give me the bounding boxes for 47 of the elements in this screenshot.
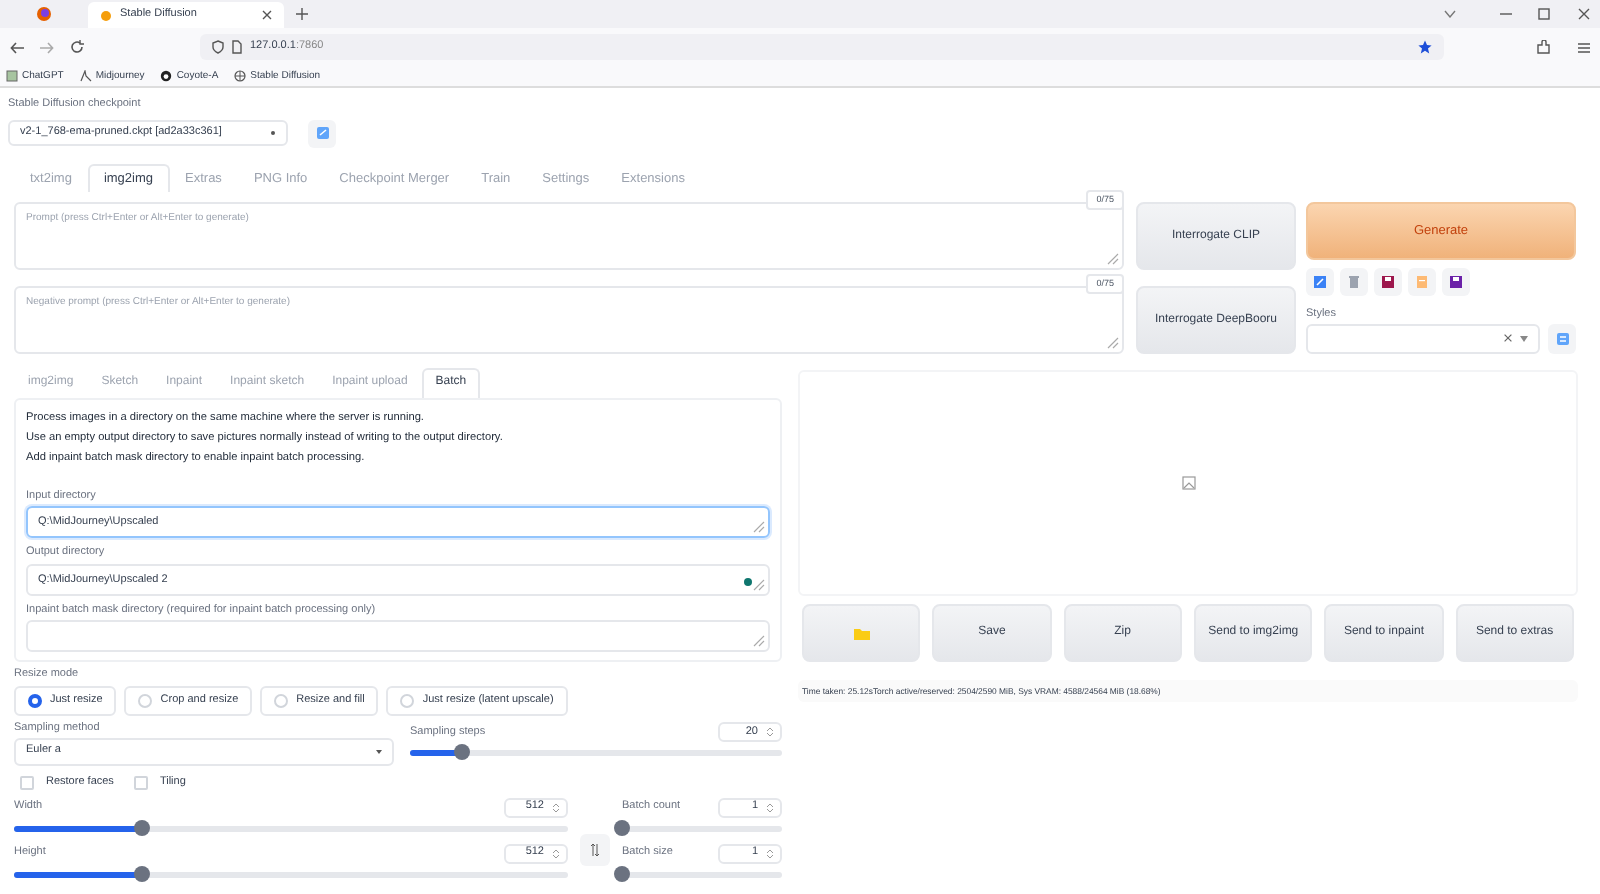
slider-thumb[interactable]: [133, 819, 150, 836]
menu-icon[interactable]: [1578, 41, 1590, 53]
slider-thumb[interactable]: [614, 819, 630, 836]
globe-icon: [234, 70, 247, 82]
minimize-icon[interactable]: [1500, 8, 1512, 20]
close-icon[interactable]: [262, 10, 272, 20]
refresh-button[interactable]: [1548, 323, 1576, 354]
swap-button[interactable]: [580, 833, 610, 866]
status-dot-icon: [744, 577, 752, 586]
floppy-icon[interactable]: [1448, 274, 1464, 291]
resize-grip-icon[interactable]: [1106, 336, 1120, 351]
stepper-icon[interactable]: [552, 847, 560, 860]
resize-grip-icon[interactable]: [752, 520, 766, 535]
clipboard-icon[interactable]: [1414, 274, 1430, 291]
stepper-icon[interactable]: [766, 801, 774, 814]
star-icon[interactable]: [1418, 40, 1432, 54]
clear-icon[interactable]: [1504, 334, 1512, 343]
reload-icon[interactable]: [70, 40, 84, 54]
trash-icon[interactable]: [1346, 274, 1362, 291]
close-icon[interactable]: [1578, 8, 1590, 20]
resize-grip-icon[interactable]: [752, 634, 766, 649]
directory-field[interactable]: [26, 620, 770, 653]
chevron-down-icon[interactable]: [1444, 10, 1456, 18]
new-tab-icon[interactable]: [296, 8, 308, 20]
image-icon: [1181, 476, 1195, 491]
stepper-icon[interactable]: [766, 726, 774, 739]
bookmark-icon: [6, 70, 18, 82]
resize-grip-icon[interactable]: [1106, 252, 1120, 267]
shield-icon: [212, 40, 224, 54]
save-icon[interactable]: [1380, 274, 1396, 291]
resize-grip-icon[interactable]: [752, 577, 766, 592]
maximize-icon[interactable]: [1538, 8, 1550, 20]
stepper-icon[interactable]: [766, 847, 774, 860]
slider-thumb[interactable]: [454, 744, 471, 761]
stepper-icon[interactable]: [552, 801, 560, 814]
page-icon: [232, 40, 242, 54]
back-icon[interactable]: [10, 41, 24, 53]
forward-icon[interactable]: [40, 41, 54, 53]
site-icon: [100, 9, 112, 21]
folder-icon: [853, 627, 870, 640]
refresh-button[interactable]: [308, 119, 336, 148]
slider-thumb[interactable]: [614, 865, 630, 882]
slider-thumb[interactable]: [133, 865, 150, 882]
extensions-icon[interactable]: [1536, 40, 1550, 54]
mountain-icon: [79, 70, 92, 82]
swap-icon: [590, 843, 600, 856]
browser-logo-icon[interactable]: [36, 6, 52, 22]
